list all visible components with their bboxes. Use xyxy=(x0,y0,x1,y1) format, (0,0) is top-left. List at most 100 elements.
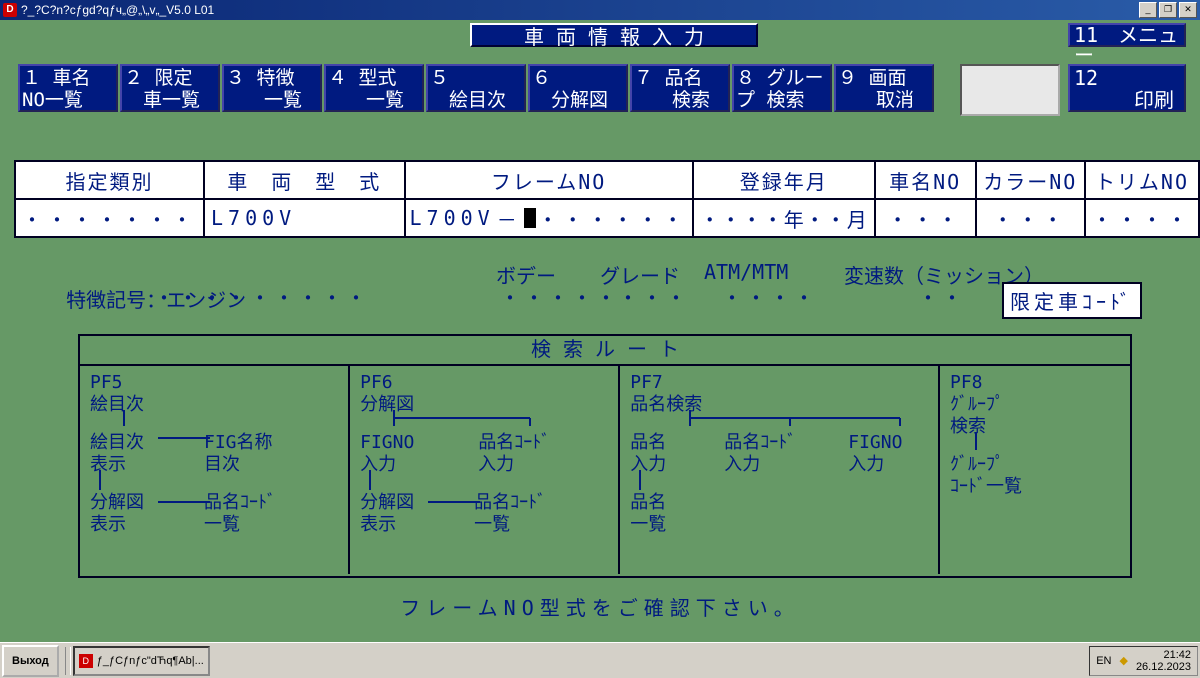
pf5-key: PF5 xyxy=(90,372,338,394)
tray-date: 26.12.2023 xyxy=(1136,661,1191,673)
taskbar: Выход D ƒ_ƒCƒnƒc"dЋq¶Ab|... EN ◆ 21:42 2… xyxy=(0,642,1200,678)
menu-5-button[interactable]: ５ 絵目次 xyxy=(426,64,526,112)
page-title: 車両情報入力 xyxy=(470,23,758,47)
menu-4-button[interactable]: ４ 型式 一覧 xyxy=(324,64,424,112)
pf7-r3a: 品名 xyxy=(630,492,928,514)
frame-dash: － xyxy=(497,204,522,233)
cell-shitei[interactable]: ・・・・・・・ xyxy=(15,199,204,237)
pf8-r2: ｺｰﾄﾞ一覧 xyxy=(950,476,1120,498)
pf5-r1b: FIG名称 xyxy=(204,432,273,453)
feat-dots-5: ・・ xyxy=(918,282,966,311)
pf6-r2b: 入力 xyxy=(478,454,514,475)
th-reg: 登録年月 xyxy=(693,161,875,199)
pf6-r1b: 品名ｺｰﾄﾞ xyxy=(478,432,550,453)
pf6-key: PF6 xyxy=(360,372,608,394)
pf6-r2a: 入力 xyxy=(360,454,396,475)
feat-dots-2: ・・・・・ xyxy=(500,282,620,311)
route-col-pf5: PF5 絵目次 絵目次FIG名称 表示目次 分解図品名ｺｰﾄﾞ 表示一覧 xyxy=(80,366,350,574)
limited-car-code-button[interactable]: 限定車ｺｰﾄﾞ xyxy=(1002,282,1142,319)
pf8-t1: ｸﾞﾙｰﾌﾟ xyxy=(950,394,1120,416)
pf5-r4a: 表示 xyxy=(90,514,126,535)
menu-12-button[interactable]: 12 印刷 xyxy=(1068,64,1186,112)
menu-7-button[interactable]: ７ 品名 検索 xyxy=(630,64,730,112)
pf6-r3a: 分解図 xyxy=(360,492,414,513)
taskbar-divider xyxy=(65,647,71,675)
tray-clock[interactable]: 21:42 26.12.2023 xyxy=(1136,649,1191,673)
status-message: フレームNO型式をご確認下さい。 xyxy=(0,592,1200,621)
route-col-pf6: PF6 分解図 FIGNO品名ｺｰﾄﾞ 入力入力 分解図品名ｺｰﾄﾞ 表示一覧 xyxy=(350,366,620,574)
th-trim: トリムNO xyxy=(1085,161,1199,199)
cell-carno[interactable]: ・・・ xyxy=(875,199,976,237)
start-label: Выход xyxy=(12,655,49,667)
top-menu-row: １ 車名 NO一覧 ２ 限定 車一覧 ３ 特徴 一覧 ４ 型式 一覧 ５ 絵目次… xyxy=(18,64,934,112)
frame-prefix: L700V xyxy=(410,206,495,230)
pf7-r2b: 入力 xyxy=(724,454,760,475)
th-carno: 車名NO xyxy=(875,161,976,199)
pf5-title: 絵目次 xyxy=(90,394,338,416)
th-model: 車 両 型 式 xyxy=(204,161,405,199)
menu-6-button[interactable]: ６ 分解図 xyxy=(528,64,628,112)
table-row: ・・・・・・・ L700V L700V － ・・・・・・ ・・・・年・・月 ・・… xyxy=(15,199,1199,237)
pf7-key: PF7 xyxy=(630,372,928,394)
app-icon: D xyxy=(3,3,17,17)
menu-3-button[interactable]: ３ 特徴 一覧 xyxy=(222,64,322,112)
menu-empty-slot xyxy=(960,64,1060,116)
feat-dots-4: ・・・・ xyxy=(722,282,818,311)
tray-lang[interactable]: EN xyxy=(1096,655,1111,667)
pf6-r1a: FIGNO xyxy=(360,432,414,453)
tray-time: 21:42 xyxy=(1136,649,1191,661)
pf5-r4b: 一覧 xyxy=(204,514,240,535)
route-col-pf7: PF7 品名検索 品名 品名ｺｰﾄﾞ FIGNO 入力 入力 入力 品名 一覧 xyxy=(620,366,940,574)
task-icon: D xyxy=(79,654,93,668)
cell-model[interactable]: L700V xyxy=(204,199,405,237)
feat-dots-3: ・・・ xyxy=(618,282,690,311)
pf6-r4b: 一覧 xyxy=(474,514,510,535)
pf5-r1a: 絵目次 xyxy=(90,432,144,453)
start-button[interactable]: Выход xyxy=(2,645,59,677)
window-titlebar: D ?_?C?n?cƒgd?qƒч„@„\„v„_V5.0 L01 _ ❐ ✕ xyxy=(0,0,1200,20)
maximize-button[interactable]: ❐ xyxy=(1159,2,1177,18)
pf7-r1c: FIGNO xyxy=(848,432,902,453)
cell-reg[interactable]: ・・・・年・・月 xyxy=(693,199,875,237)
menu-2-button[interactable]: ２ 限定 車一覧 xyxy=(120,64,220,112)
taskbar-task[interactable]: D ƒ_ƒCƒnƒc"dЋq¶Ab|... xyxy=(73,646,210,676)
pf7-r2a: 入力 xyxy=(630,454,666,475)
pf7-r1a: 品名 xyxy=(630,432,666,453)
pf6-title: 分解図 xyxy=(360,394,608,416)
pf5-r3b: 品名ｺｰﾄﾞ xyxy=(204,492,276,513)
cell-trim[interactable]: ・・・・ xyxy=(1085,199,1199,237)
frame-rest: ・・・・・・ xyxy=(538,204,688,233)
cell-color[interactable]: ・・・ xyxy=(976,199,1085,237)
system-tray: EN ◆ 21:42 26.12.2023 xyxy=(1089,646,1198,676)
th-shitei: 指定類別 xyxy=(15,161,204,199)
minimize-button[interactable]: _ xyxy=(1139,2,1157,18)
pf7-title: 品名検索 xyxy=(630,394,928,416)
route-title: 検索ルート xyxy=(80,336,1130,366)
pf6-r4a: 表示 xyxy=(360,514,396,535)
window-title: ?_?C?n?cƒgd?qƒч„@„\„v„_V5.0 L01 xyxy=(21,3,214,17)
th-color: カラーNO xyxy=(976,161,1085,199)
pf7-r4a: 一覧 xyxy=(630,514,928,536)
close-button[interactable]: ✕ xyxy=(1179,2,1197,18)
feat-atm: ATM/MTM xyxy=(704,260,788,284)
pf5-r3a: 分解図 xyxy=(90,492,144,513)
tray-shield-icon[interactable]: ◆ xyxy=(1119,654,1127,667)
feat-dots-1: ・・・・・・・・・ xyxy=(154,282,370,311)
menu-9-button[interactable]: ９ 画面 取消 xyxy=(834,64,934,112)
menu-8-button[interactable]: ８ グルー プ 検索 xyxy=(732,64,832,112)
frame-cursor xyxy=(524,208,536,228)
route-col-pf8: PF8 ｸﾞﾙｰﾌﾟ 検索 ｸﾞﾙｰﾌﾟ ｺｰﾄﾞ一覧 xyxy=(940,366,1130,574)
search-route-panel: 検索ルート PF5 絵目次 絵目次 FIG名称 表示 目次 xyxy=(78,334,1132,578)
pf5-r2a: 表示 xyxy=(90,454,126,475)
pf8-r1: ｸﾞﾙｰﾌﾟ xyxy=(950,454,1120,476)
pf7-r1b: 品名ｺｰﾄﾞ xyxy=(724,432,796,453)
app-content: 車両情報入力 11 メニュー １ 車名 NO一覧 ２ 限定 車一覧 ３ 特徴 一… xyxy=(0,20,1200,640)
pf5-r2b: 目次 xyxy=(204,454,240,475)
cell-frame[interactable]: L700V － ・・・・・・ xyxy=(405,199,693,237)
task-label: ƒ_ƒCƒnƒc"dЋq¶Ab|... xyxy=(97,655,204,667)
pf6-r3b: 品名ｺｰﾄﾞ xyxy=(474,492,546,513)
menu-11-button[interactable]: 11 メニュー xyxy=(1068,23,1186,47)
pf7-r2c: 入力 xyxy=(848,454,884,475)
pf8-key: PF8 xyxy=(950,372,1120,394)
menu-1-button[interactable]: １ 車名 NO一覧 xyxy=(18,64,118,112)
